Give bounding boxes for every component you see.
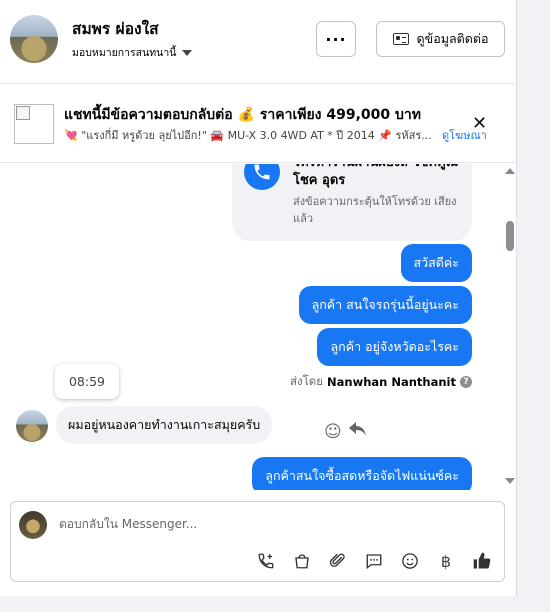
- ad-subtitle: 💘 "แรงกี่มี หรูด้วย ลุยไปอีก!" 🚘 MU-X 3.…: [64, 129, 432, 142]
- view-contact-info-label: ดูข้อมูลติดต่อ: [416, 31, 489, 46]
- assign-conversation-dropdown[interactable]: มอบหมายการสนทนานี้: [72, 44, 193, 61]
- reply-icon[interactable]: [348, 420, 368, 442]
- contact-name[interactable]: สมพร ผ่องใส: [72, 16, 159, 41]
- page-avatar: [19, 511, 47, 539]
- baht-icon[interactable]: ฿: [435, 550, 457, 572]
- sender-name: Nanwhan Nanthanit: [327, 375, 456, 389]
- sender-avatar[interactable]: [16, 410, 48, 442]
- scrollbar-thumb[interactable]: [506, 221, 514, 251]
- outgoing-message[interactable]: สวัสดีค่ะ: [400, 244, 472, 282]
- contact-card-icon: [392, 33, 409, 45]
- incoming-message[interactable]: ผมอยู่หนองคายทำงานเกาะสมุยครับ: [56, 406, 273, 444]
- emoji-react-icon[interactable]: ☺: [324, 422, 342, 442]
- ad-title: แชทนี้มีข้อความตอบกลับต่อ 💰 ราคาเพียง 49…: [64, 107, 422, 123]
- view-contact-info-button[interactable]: ดูข้อมูลติดต่อ: [376, 21, 505, 57]
- sent-by-prefix: ส่งโดย: [289, 374, 324, 388]
- outgoing-message[interactable]: ลูกค้า อยู่จังหวัดอะไรคะ: [317, 328, 472, 366]
- saved-reply-icon[interactable]: [363, 550, 385, 572]
- timestamp-tooltip: 08:59: [55, 364, 119, 399]
- ad-context-banner: แชทนี้มีข้อความตอบกลับต่อ 💰 ราคาเพียง 49…: [0, 85, 517, 163]
- message-list[interactable]: โทรหาร้านผ่านผองส โชคคูณโชค อุดร ส่งข้อค…: [0, 164, 517, 490]
- ad-thumbnail: [14, 104, 54, 144]
- call-request-card: โทรหาร้านผ่านผองส โชคคูณโชค อุดร ส่งข้อค…: [232, 164, 472, 241]
- caret-down-icon: [182, 50, 193, 56]
- phone-icon: [244, 164, 280, 190]
- info-icon[interactable]: ?: [460, 376, 472, 388]
- conversation-header: สมพร ผ่องใส มอบหมายการสนทนานี้ ··· ดูข้อ…: [0, 0, 517, 84]
- conversation-panel: สมพร ผ่องใส มอบหมายการสนทนานี้ ··· ดูข้อ…: [0, 0, 517, 596]
- reply-input[interactable]: [59, 517, 459, 531]
- more-icon: ···: [325, 29, 347, 49]
- reply-composer: ฿: [10, 501, 505, 582]
- like-icon[interactable]: [471, 550, 493, 572]
- call-icon[interactable]: [255, 550, 277, 572]
- call-card-title: โทรหาร้านผ่านผองส โชคคูณโชค อุดร: [293, 164, 458, 188]
- emoji-icon[interactable]: [399, 550, 421, 572]
- shop-bag-icon[interactable]: [291, 550, 313, 572]
- close-icon[interactable]: ✕: [472, 113, 487, 134]
- sent-by-line: ส่งโดย Nanwhan Nanthanit ?: [290, 373, 472, 391]
- assign-label: มอบหมายการสนทนานี้: [72, 47, 177, 59]
- contact-avatar[interactable]: [10, 15, 58, 63]
- outgoing-message[interactable]: ลูกค้าสนใจซื้อสดหรือจัดไฟแน่นซ์คะ: [252, 457, 472, 490]
- outgoing-message[interactable]: ลูกค้า สนใจรถรุ่นนี้อยู่นะคะ: [298, 286, 472, 324]
- scroll-down-arrow-icon[interactable]: [505, 478, 515, 484]
- attachment-icon[interactable]: [327, 550, 349, 572]
- call-card-description: ส่งข้อความกระตุ้นให้โทรด้วย เสียงแล้ว: [293, 195, 457, 225]
- scroll-up-arrow-icon[interactable]: [505, 168, 515, 174]
- more-options-button[interactable]: ···: [316, 21, 356, 57]
